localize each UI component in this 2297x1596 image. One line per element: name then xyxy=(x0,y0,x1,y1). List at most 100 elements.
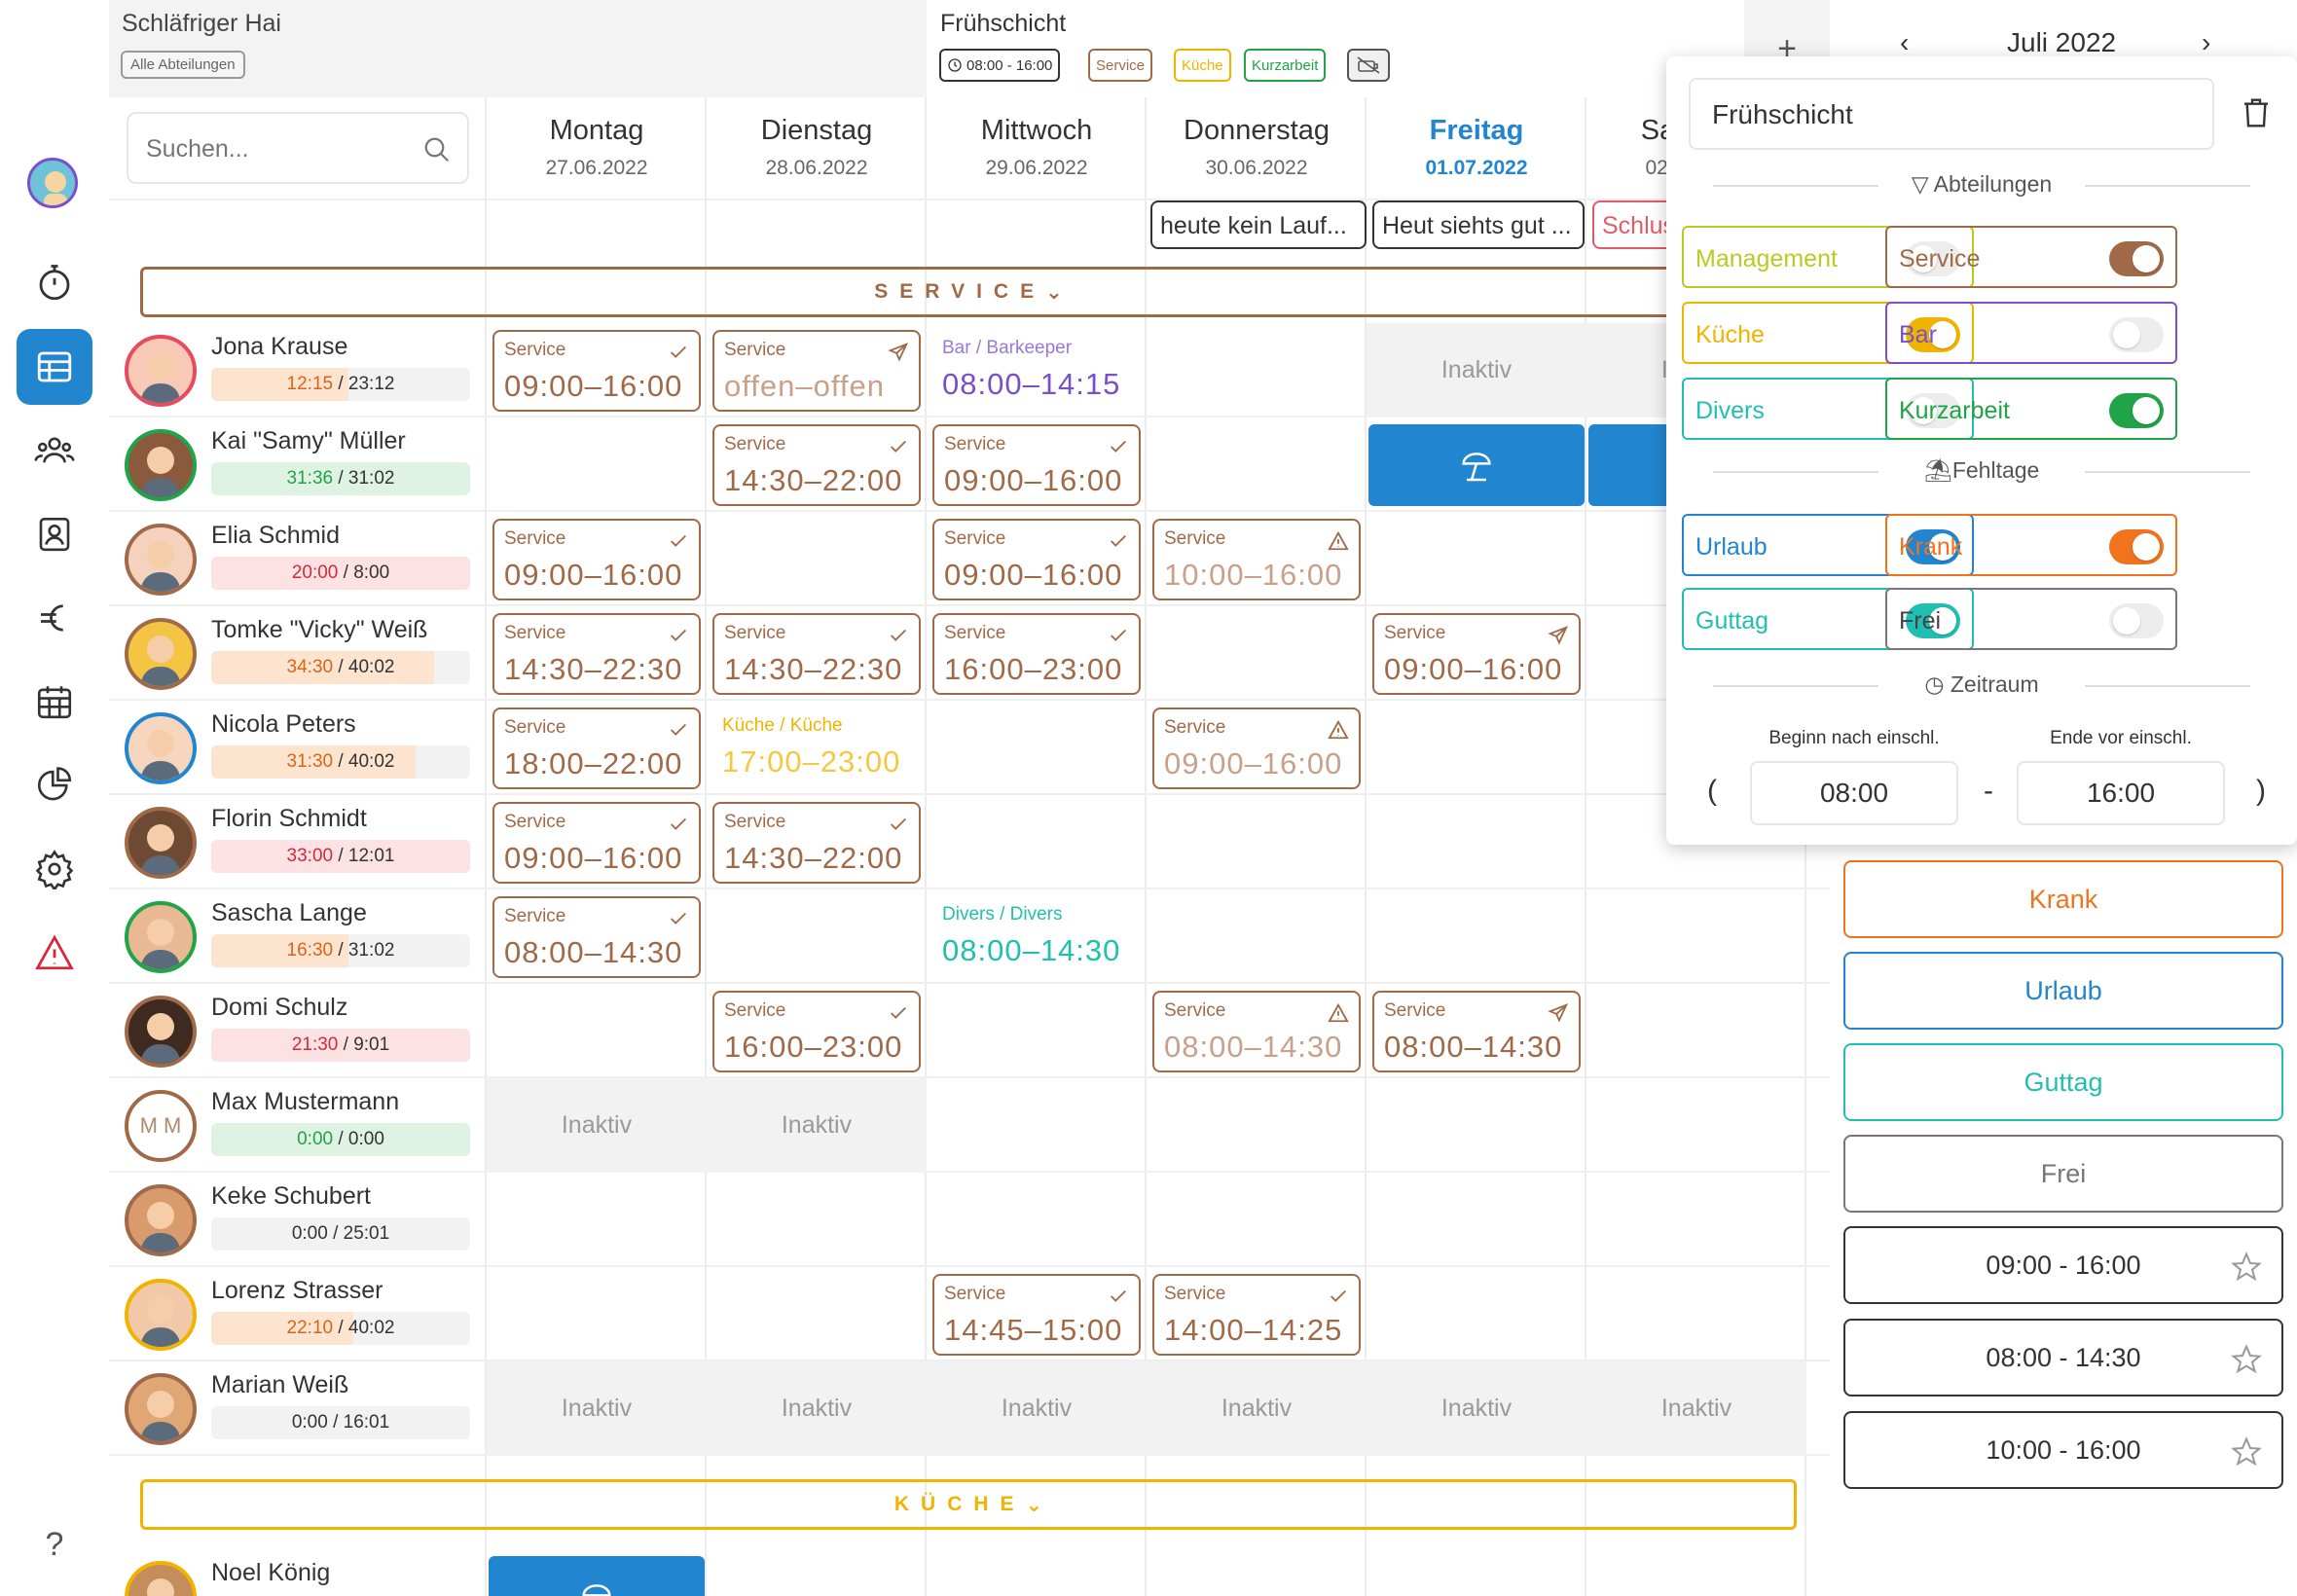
shift-card[interactable]: Service 08:00–14:30 xyxy=(492,896,701,978)
shift-card[interactable]: Service 09:00–16:00 xyxy=(932,519,1141,600)
avatar[interactable] xyxy=(125,996,197,1068)
chip-kueche[interactable]: Küche xyxy=(1174,49,1231,82)
shift-time-chip[interactable]: 08:00 - 16:00 xyxy=(939,49,1061,82)
avatar[interactable] xyxy=(125,1279,197,1351)
nav-help[interactable]: ? xyxy=(17,1506,92,1582)
avatar[interactable] xyxy=(125,618,197,690)
next-month-button[interactable]: › xyxy=(2202,27,2210,58)
employee-name[interactable]: Max Mustermann xyxy=(211,1088,399,1116)
toggle-switch[interactable] xyxy=(2109,603,2164,638)
chip-kurzarbeit[interactable]: Kurzarbeit xyxy=(1244,49,1327,82)
employee-row[interactable]: Noel König xyxy=(109,1549,1830,1596)
shift-card[interactable]: Service 09:00–16:00 xyxy=(1152,707,1361,789)
employee-search[interactable] xyxy=(127,112,469,184)
shift-card[interactable]: Service 16:00–23:00 xyxy=(932,613,1141,695)
avatar[interactable] xyxy=(125,1373,197,1445)
nav-contacts[interactable] xyxy=(17,496,92,572)
nav-schedule[interactable] xyxy=(17,329,92,405)
employee-name[interactable]: Lorenz Strasser xyxy=(211,1277,383,1305)
star-icon[interactable] xyxy=(2231,1251,2262,1283)
avatar[interactable] xyxy=(125,335,197,407)
avatar[interactable] xyxy=(125,429,197,501)
search-input[interactable] xyxy=(146,131,399,166)
employee-name[interactable]: Florin Schmidt xyxy=(211,805,367,833)
nav-warnings[interactable] xyxy=(17,915,92,991)
avatar[interactable] xyxy=(125,524,197,596)
employee-row[interactable]: Lorenz Strasser 22:10 / 40:02 Service 14:45… xyxy=(109,1267,1830,1361)
favorite-shift-button[interactable]: 09:00 - 16:00 xyxy=(1843,1226,2283,1304)
template-name-input[interactable]: Frühschicht xyxy=(1689,78,2214,150)
employee-name[interactable]: Jona Krause xyxy=(211,333,347,361)
employee-name[interactable]: Nicola Peters xyxy=(211,710,356,739)
avatar[interactable] xyxy=(125,901,197,973)
day-header-friday[interactable]: Freitag 01.07.2022 xyxy=(1367,97,1586,200)
employee-name[interactable]: Sascha Lange xyxy=(211,899,367,927)
employee-row[interactable]: Keke Schubert 0:00 / 25:01 xyxy=(109,1173,1830,1267)
vacation-cell[interactable] xyxy=(489,1556,705,1596)
employee-name[interactable]: Tomke "Vicky" Weiß xyxy=(211,616,427,644)
employee-row[interactable]: Florin Schmidt 33:00 / 12:01 Service 09:00–… xyxy=(109,795,1830,889)
department-toggle[interactable]: Kurzarbeit xyxy=(1885,378,2177,440)
shift-card[interactable]: Service 08:00–14:30 xyxy=(1152,991,1361,1072)
department-toggle[interactable]: Service xyxy=(1885,226,2177,288)
favorite-shift-button[interactable]: 10:00 - 16:00 xyxy=(1843,1411,2283,1489)
day-header-tuesday[interactable]: Dienstag 28.06.2022 xyxy=(707,97,927,200)
toggle-switch[interactable] xyxy=(2109,393,2164,428)
avatar[interactable] xyxy=(125,1184,197,1256)
day-header-wednesday[interactable]: Mittwoch 29.06.2022 xyxy=(927,97,1147,200)
shift-card[interactable]: Service 14:30–22:30 xyxy=(492,613,701,695)
day-note-friday[interactable]: Heut siehts gut ... xyxy=(1372,200,1585,249)
absence-button[interactable]: Frei xyxy=(1843,1135,2283,1213)
employee-name[interactable]: Noel König xyxy=(211,1559,330,1587)
employee-name[interactable]: Elia Schmid xyxy=(211,522,340,550)
absence-button[interactable]: Krank xyxy=(1843,860,2283,938)
employee-row[interactable]: Jona Krause12:15 / 23:12InaktivInaktivSe… xyxy=(109,323,1830,417)
employee-name[interactable]: Marian Weiß xyxy=(211,1371,348,1399)
avatar[interactable] xyxy=(125,1561,197,1596)
shift-card[interactable]: Service offen–offen xyxy=(712,330,921,412)
nav-calendar[interactable] xyxy=(17,664,92,740)
employee-row[interactable]: Domi Schulz 21:30 / 9:01 Service 16:00–23:0… xyxy=(109,984,1830,1078)
shift-card[interactable]: Service 16:00–23:00 xyxy=(712,991,921,1072)
toggle-switch[interactable] xyxy=(2109,241,2164,276)
toggle-switch[interactable] xyxy=(2109,529,2164,564)
nav-finance[interactable] xyxy=(17,580,92,656)
shift-card[interactable]: Service 09:00–16:00 xyxy=(492,330,701,412)
nav-settings[interactable] xyxy=(17,831,92,907)
shift-card[interactable]: Divers / Divers 08:00–14:30 xyxy=(932,896,1141,978)
prev-month-button[interactable]: ‹ xyxy=(1900,27,1909,58)
shift-card[interactable]: Service 14:30–22:00 xyxy=(712,424,921,506)
shift-card[interactable]: Service 09:00–16:00 xyxy=(932,424,1141,506)
employee-row[interactable]: Kai "Samy" Müller 31:36 / 31:02 Service 14:… xyxy=(109,417,1830,512)
shift-card[interactable]: Service 09:00–16:00 xyxy=(492,802,701,884)
day-header-monday[interactable]: Montag 27.06.2022 xyxy=(487,97,707,200)
star-icon[interactable] xyxy=(2231,1436,2262,1468)
avatar[interactable] xyxy=(125,712,197,784)
shift-card[interactable]: Service 10:00–16:00 xyxy=(1152,519,1361,600)
employee-row[interactable]: Sascha Lange 16:30 / 31:02 Service 08:00–14… xyxy=(109,889,1830,984)
vacation-cell[interactable] xyxy=(1368,424,1585,506)
shift-card[interactable]: Service 14:00–14:25 xyxy=(1152,1274,1361,1356)
avatar[interactable]: M M xyxy=(125,1090,197,1162)
shift-card[interactable]: Service 14:30–22:00 xyxy=(712,802,921,884)
absence-toggle[interactable]: Frei xyxy=(1885,588,2177,650)
employee-row[interactable]: M M Max Mustermann 0:00 / 0:00 Inaktiv Inakt… xyxy=(109,1078,1830,1173)
employee-row[interactable]: Marian Weiß 0:00 / 16:01 Inaktiv Inaktiv Ina… xyxy=(109,1361,1830,1456)
start-time-input[interactable]: 08:00 xyxy=(1750,761,1958,825)
shift-card[interactable]: Service 08:00–14:30 xyxy=(1372,991,1581,1072)
absence-button[interactable]: Urlaub xyxy=(1843,952,2283,1030)
user-avatar[interactable] xyxy=(27,158,78,208)
absence-toggle[interactable]: Krank xyxy=(1885,514,2177,576)
employee-name[interactable]: Kai "Samy" Müller xyxy=(211,427,406,455)
chip-service[interactable]: Service xyxy=(1088,49,1153,82)
shift-card[interactable]: Küche / Küche 17:00–23:00 xyxy=(712,707,921,789)
employee-name[interactable]: Keke Schubert xyxy=(211,1182,371,1211)
department-toggle[interactable]: Bar xyxy=(1885,302,2177,364)
end-time-input[interactable]: 16:00 xyxy=(2017,761,2225,825)
trash-icon[interactable] xyxy=(2241,95,2272,130)
section-kueche[interactable]: KÜCHE ⌄ xyxy=(140,1479,1797,1530)
employee-row[interactable]: Tomke "Vicky" Weiß 34:30 / 40:02 Service 14… xyxy=(109,606,1830,701)
employee-name[interactable]: Domi Schulz xyxy=(211,994,347,1022)
shift-card[interactable]: Service 09:00–16:00 xyxy=(1372,613,1581,695)
star-icon[interactable] xyxy=(2231,1344,2262,1375)
